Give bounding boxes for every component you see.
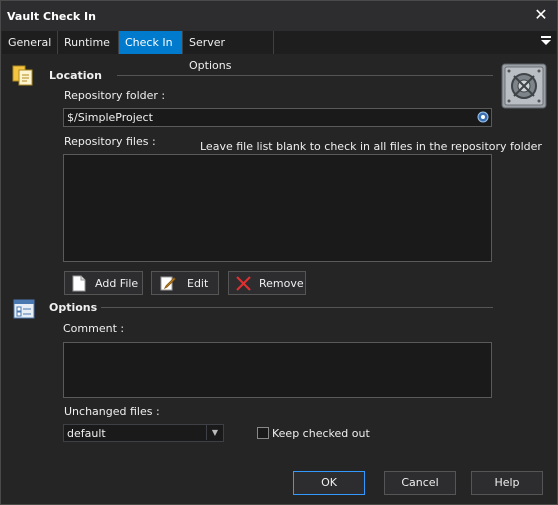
close-icon[interactable]: ✕ [531,5,551,25]
edit-button[interactable]: Edit [151,271,219,295]
unchanged-files-value: default [67,427,106,440]
menu-icon[interactable] [540,35,552,49]
repository-folder-input[interactable]: $/SimpleProject [63,108,492,127]
tab-server-options[interactable]: Server Options [183,31,274,72]
remove-button[interactable]: Remove [228,271,306,295]
options-title: Options [49,301,98,314]
remove-icon [236,276,251,294]
repository-folder-value: $/SimpleProject [67,111,153,124]
title-bar: Vault Check In ✕ [1,1,557,31]
add-file-button[interactable]: Add File [64,271,143,295]
window-title: Vault Check In [7,10,96,23]
browse-icon[interactable] [477,111,489,126]
location-divider [117,75,493,76]
keep-checked-out-checkbox[interactable] [257,427,269,439]
add-file-label: Add File [95,277,139,290]
tab-check-in[interactable]: Check In [119,31,183,54]
edit-label: Edit [187,277,209,290]
repository-files-label: Repository files : [64,135,156,148]
repository-folder-label: Repository folder : [64,89,166,102]
chevron-down-icon[interactable]: ▼ [206,425,223,440]
location-title: Location [49,69,102,82]
comment-field[interactable] [63,342,492,398]
unchanged-files-select[interactable]: default ▼ [63,424,224,442]
repository-files-list[interactable] [63,154,492,262]
help-button[interactable]: Help [471,471,543,495]
repository-files-hint: Leave file list blank to check in all fi… [200,140,542,153]
options-divider [101,307,493,308]
tab-general[interactable]: General [2,31,58,54]
edit-icon [160,275,176,294]
comment-label: Comment : [63,322,125,335]
vault-icon [501,63,547,109]
tab-runtime[interactable]: Runtime [58,31,119,54]
keep-checked-out-label[interactable]: Keep checked out [272,427,370,440]
unchanged-files-label: Unchanged files : [64,405,160,418]
file-icon [72,275,86,295]
files-icon [11,63,35,90]
cancel-button[interactable]: Cancel [384,471,456,495]
tab-bar: General Runtime Check In Server Options [2,31,556,72]
options-icon [13,299,35,322]
vault-check-in-dialog: Vault Check In ✕ General Runtime Check I… [0,0,558,505]
ok-button[interactable]: OK [293,471,365,495]
remove-label: Remove [259,277,304,290]
